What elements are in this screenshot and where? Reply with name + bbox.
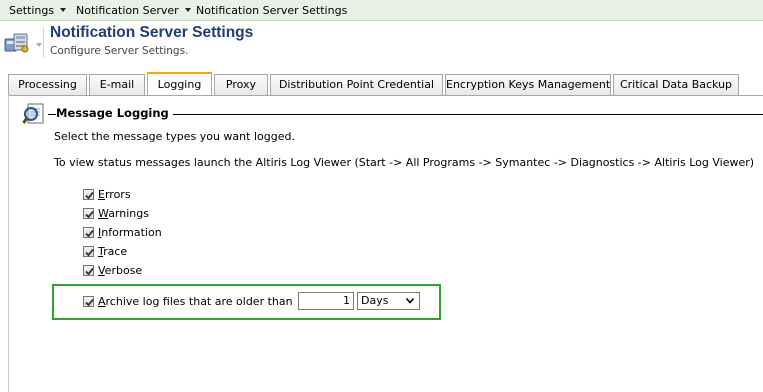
checkmark-icon (85, 267, 94, 275)
menu-bar: Settings Notification Server Notificatio… (0, 0, 763, 21)
magnifier-document-icon (22, 101, 48, 127)
trace-label-rest: race (103, 244, 128, 258)
tab-proxy[interactable]: Proxy (214, 74, 268, 95)
menu-notification-server[interactable]: Notification Server (76, 0, 191, 21)
errors-label-rest: rrors (104, 187, 131, 201)
menu-notification-server-settings-label: Notification Server Settings (196, 4, 348, 17)
warnings-checkbox[interactable] (83, 207, 94, 219)
warnings-label-rest: arnings (108, 206, 149, 220)
archive-age-input[interactable]: 1 (298, 292, 354, 310)
menu-settings[interactable]: Settings (9, 0, 67, 21)
checkmark-icon (85, 191, 94, 199)
tab-critical-data-backup[interactable]: Critical Data Backup (613, 74, 739, 95)
archive-checkbox[interactable] (83, 295, 94, 307)
chevron-down-icon (406, 298, 414, 304)
tab-encryption-keys-management[interactable]: Encryption Keys Management (445, 74, 611, 95)
menu-settings-label: Settings (9, 4, 55, 17)
verbose-label: Verbose (98, 264, 142, 277)
tab-distribution-point-credential[interactable]: Distribution Point Credential (270, 74, 443, 95)
menu-notification-server-settings[interactable]: Notification Server Settings (196, 0, 347, 21)
page-subtitle: Configure Server Settings. (50, 45, 189, 57)
trace-label: Trace (98, 245, 127, 258)
errors-checkbox[interactable] (83, 188, 94, 200)
panel-left-border (8, 95, 9, 392)
instruction-text: Select the message types you want logged… (54, 130, 295, 143)
errors-checkbox-row[interactable]: Errors (83, 186, 131, 202)
server-settings-icon[interactable] (4, 30, 32, 54)
chevron-down-icon (184, 8, 191, 12)
header-divider (43, 27, 44, 58)
checkmark-icon (85, 248, 94, 256)
errors-label: Errors (98, 188, 131, 201)
information-checkbox-row[interactable]: Information (83, 224, 162, 240)
warnings-checkbox-row[interactable]: Warnings (83, 205, 149, 221)
page-title: Notification Server Settings (50, 24, 254, 41)
information-label: Information (98, 226, 162, 239)
archive-unit-value: Days (361, 294, 389, 307)
information-label-rest: nformation (101, 225, 162, 239)
verbose-label-rest: erbose (104, 263, 143, 277)
tab-logging[interactable]: Logging (147, 72, 212, 95)
menu-notification-server-label: Notification Server (76, 4, 179, 17)
section-title: Message Logging (56, 106, 173, 120)
warnings-label: Warnings (98, 207, 149, 220)
checkmark-icon (85, 229, 94, 237)
tab-processing[interactable]: Processing (8, 74, 87, 95)
archive-checkbox-row[interactable]: Archive log files that are older than (83, 293, 293, 309)
archive-unit-select[interactable]: Days (357, 292, 420, 310)
checkmark-icon (85, 298, 94, 306)
chevron-down-icon[interactable] (36, 43, 42, 47)
verbose-access-key: V (98, 263, 105, 277)
warnings-access-key: W (98, 206, 109, 220)
errors-access-key: E (98, 187, 105, 201)
tab-email[interactable]: E-mail (89, 74, 145, 95)
archive-access-key: A (98, 294, 106, 308)
verbose-checkbox-row[interactable]: Verbose (83, 262, 142, 278)
tab-panel-border (8, 95, 763, 96)
trace-checkbox[interactable] (83, 245, 94, 257)
checkmark-icon (85, 210, 94, 218)
chevron-down-icon (60, 8, 67, 12)
archive-label-rest: rchive log files that are older than (105, 294, 293, 308)
trace-checkbox-row[interactable]: Trace (83, 243, 127, 259)
information-checkbox[interactable] (83, 226, 94, 238)
log-viewer-note: To view status messages launch the Altir… (54, 156, 755, 169)
archive-label: Archive log files that are older than (98, 295, 293, 308)
verbose-checkbox[interactable] (83, 264, 94, 276)
